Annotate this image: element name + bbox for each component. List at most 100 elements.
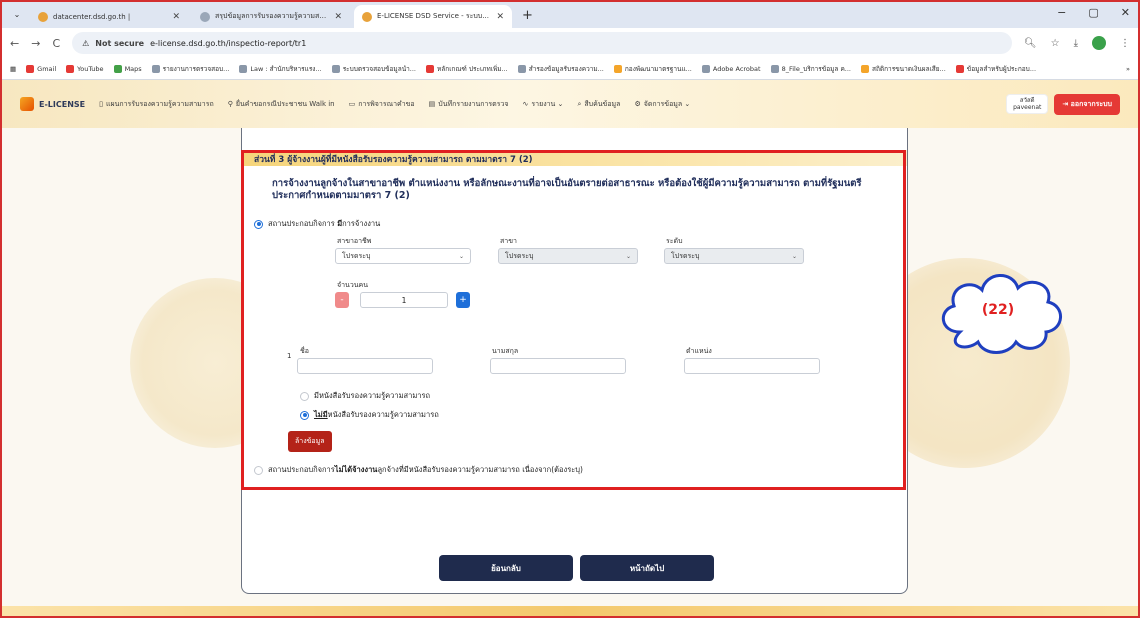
bookmark-item[interactable]: 8_File_บริการข้อมูล ค... [770,64,851,74]
option-has-certificate[interactable]: มีหนังสือรับรองความรู้ความสามารถ [300,390,430,402]
forward-arrow-icon[interactable]: → [31,37,40,50]
globe-icon [331,64,340,73]
option-no-employment[interactable]: สถานประกอบกิจการไม่ได้จ้างงานลูกจ้างที่ม… [254,464,583,476]
tab-close-icon[interactable]: ✕ [172,12,180,22]
app-logo[interactable]: E-LICENSE [20,97,85,111]
menu-search[interactable]: ⌕ สืบค้นข้อมูล [577,99,620,110]
career-label: สาขาอาชีพ [337,237,372,245]
bookmark-item[interactable]: ระบบตรวจสอบข้อมูลนำ... [331,64,416,74]
count-input[interactable]: 1 [360,292,448,308]
question-text: การจ้างงานลูกจ้างในสาขาอาชีพ ตำแหน่งงาน … [272,178,862,202]
app-header: E-LICENSE ▯ แผนการรับรองความรู้ความสามารถ… [0,80,1140,128]
back-arrow-icon[interactable]: ← [10,37,19,50]
more-menu-icon[interactable]: ⋮ [1120,38,1130,49]
bookmark-item[interactable]: สถิติการขนาดเงินผลเสีย... [861,64,946,74]
globe-icon [701,64,710,73]
career-select[interactable]: โปรดระบุ ⌄ [335,248,471,264]
menu-manage-data[interactable]: ⚙ จัดการข้อมูล ⌄ [634,99,690,110]
tab-favicon-icon [38,11,48,22]
tab-close-icon[interactable]: ✕ [334,12,342,22]
bookmark-label: YouTube [77,64,104,73]
globe-icon [955,64,964,73]
bookmark-item[interactable]: รายงานการตรวจสอบ... [151,64,229,74]
clear-data-button[interactable]: ล้างข้อมูล [288,431,332,452]
menu-walkin[interactable]: ⚲ ยื่นคำขอกรณีประชาชน Walk in [228,99,335,110]
count-label: จำนวนคน [337,281,369,289]
level-select[interactable]: โปรดระบุ ⌄ [664,248,804,264]
bookmark-label: ระบบตรวจสอบข้อมูลนำ... [342,64,416,73]
lastname-input[interactable] [490,358,626,374]
increment-button[interactable]: + [456,292,470,308]
gear-icon: ⚙ [634,100,641,108]
bookmark-item[interactable]: Adobe Acrobat [701,64,761,73]
select-value: โปรดระบุ [342,251,371,260]
tab-title: E-LICENSE DSD Service - ระบบ... [377,12,489,20]
bookmark-item[interactable]: หลักเกณฑ์ ประเภทเพิ่ม... [426,64,508,74]
warning-icon: ⚠ [82,38,90,48]
menu-report[interactable]: ∿ รายงาน ⌄ [523,99,564,110]
menu-label: รายงาน ⌄ [531,99,564,108]
bookmark-star-icon[interactable]: ☆ [1051,38,1060,49]
more-bookmarks-icon[interactable]: » [1126,65,1130,73]
lastname-label: นามสกุล [492,347,519,355]
maximize-icon[interactable]: ▢ [1088,6,1098,19]
reload-icon[interactable]: C [52,37,60,50]
annotation-number: (22) [981,302,1015,318]
minimize-icon[interactable]: − [1057,6,1066,19]
bookmark-item[interactable]: Gmail [26,64,57,73]
url-text: e-license.dsd.go.th/inspectio-report/tr1 [150,38,307,48]
decrement-button[interactable]: - [335,292,349,308]
maps-icon [113,64,122,73]
select-value: โปรดระบุ [671,251,700,260]
bookmark-item[interactable]: Maps [113,64,142,73]
download-icon[interactable]: ⤓ [1074,38,1078,49]
tab-close-icon[interactable]: ✕ [496,12,504,22]
url-bar[interactable]: ⚠ Not secure e-license.dsd.go.th/inspect… [72,32,1012,54]
radio-unchecked[interactable] [300,391,309,401]
radio-unchecked[interactable] [254,465,263,475]
row-number: 1 [287,352,292,360]
menu-inspection-record[interactable]: ▤ บันทึกรายงานการตรวจ [429,99,509,110]
bookmark-item[interactable]: สำรองข้อมูลรับรองความ... [517,64,604,74]
new-tab-button[interactable]: + [522,8,533,23]
bookmark-item[interactable]: YouTube [66,64,104,73]
bookmark-label: ข้อมูลสำหรับผู้ประกอบ... [966,64,1037,73]
firstname-input[interactable] [297,358,433,374]
bookmark-item[interactable]: Law : สำนักบริหารแรง... [239,64,322,74]
menu-label: จัดการข้อมูล ⌄ [643,99,691,108]
profile-avatar[interactable] [1092,36,1106,50]
bookmark-item[interactable]: กองพัฒนามาตรฐานแ... [613,64,692,74]
option-has-employment[interactable]: สถานประกอบกิจการ มีการจ้างงาน [254,218,380,230]
menu-plan[interactable]: ▯ แผนการรับรองความรู้ความสามารถ [99,99,214,110]
next-button[interactable]: หน้าถัดไป [580,555,714,581]
youtube-icon [66,64,75,73]
radio-checked[interactable] [254,219,263,229]
zoom-icon[interactable]: 🔍︎ [1024,38,1037,49]
branch-select[interactable]: โปรดระบุ ⌄ [498,248,638,264]
radio-checked[interactable] [300,410,309,420]
bookmark-label: Adobe Acrobat [712,64,761,73]
tab-title: datacenter.dsd.go.th | [53,12,131,21]
option-no-certificate[interactable]: ไม่มีหนังสือรับรองความรู้ความสามารถ [300,409,439,421]
browser-tab-2[interactable]: สรุปข้อมูลการรับรองความรู้ความสามารถ ✕ [192,5,350,28]
option-label: ไม่มีหนังสือรับรองความรู้ความสามารถ [314,410,439,419]
chevron-down-icon: ⌄ [458,252,464,260]
tab-search-icon[interactable]: ⌄ [8,5,26,23]
menu-label: บันทึกรายงานการตรวจ [438,99,509,108]
book-icon: ▯ [99,100,103,108]
menu-label: การพิจารณาคำขอ [358,99,415,108]
elicense-logo-icon [20,97,34,111]
menu-consider[interactable]: ▭ การพิจารณาคำขอ [349,99,415,110]
bookmark-label: Gmail [37,64,57,73]
bookmark-item[interactable]: ข้อมูลสำหรับผู้ประกอบ... [955,64,1037,74]
browser-tab-3-active[interactable]: E-LICENSE DSD Service - ระบบ... ✕ [354,5,512,28]
back-button[interactable]: ย้อนกลับ [439,555,573,581]
position-input[interactable] [684,358,820,374]
close-window-icon[interactable]: ✕ [1121,6,1130,19]
logout-icon: ⇥ [1062,99,1071,108]
browser-tab-1[interactable]: datacenter.dsd.go.th | ✕ [30,5,188,28]
logout-button[interactable]: ⇥ ออกจากระบบ [1054,93,1120,115]
activity-icon: ∿ [522,100,529,108]
user-badge[interactable]: สวัสดี paveenat [1006,93,1049,115]
apps-grid-icon[interactable]: ▦ [10,65,16,73]
